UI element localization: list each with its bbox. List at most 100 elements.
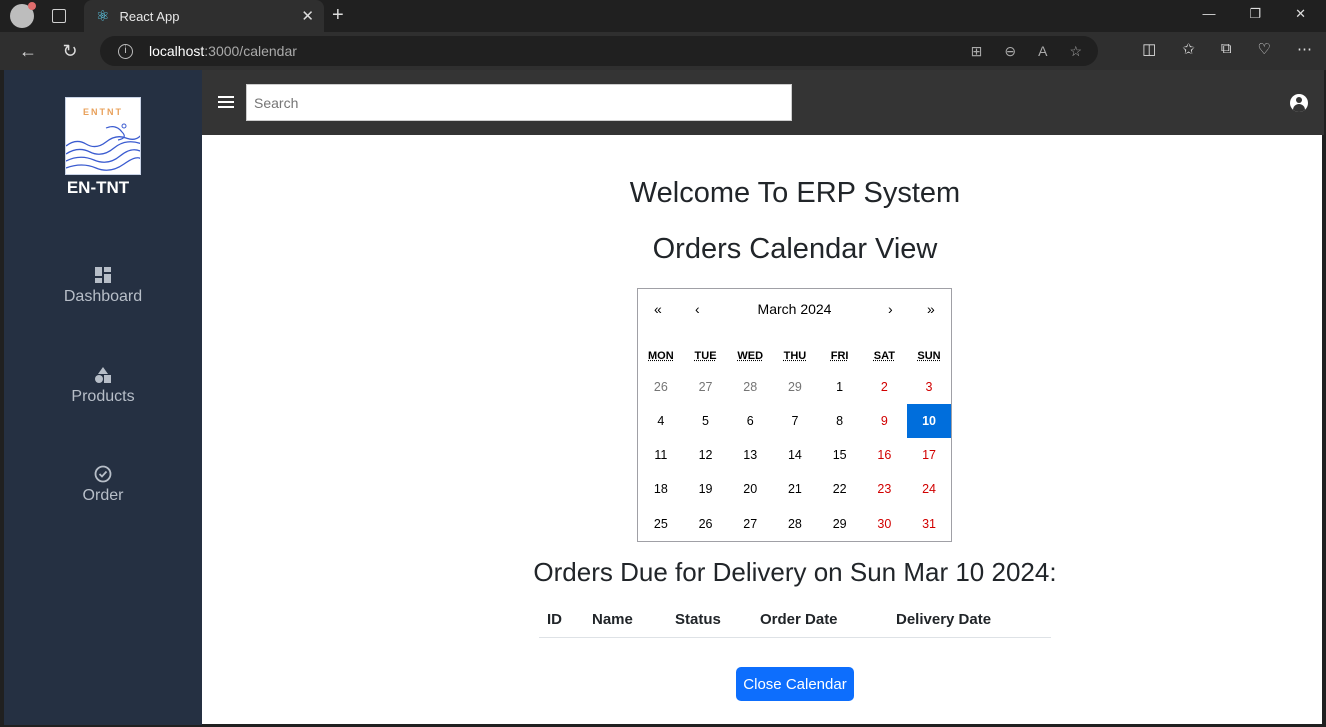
browser-tools: ◫ ✩ ⧉ ♡ ⋯ xyxy=(1142,40,1312,58)
column-header-name: Name xyxy=(592,611,633,628)
weekday-header: FRI xyxy=(817,350,862,362)
url-path: :3000/calendar xyxy=(204,43,297,59)
column-header-status: Status xyxy=(675,611,721,628)
calendar-month-label[interactable]: March 2024 xyxy=(638,301,951,317)
address-bar[interactable]: i localhost:3000/calendar ⊞ ⊖ A ☆ xyxy=(100,36,1098,66)
calendar-day[interactable]: 8 xyxy=(817,404,862,438)
welcome-heading: Welcome To ERP System xyxy=(202,177,1326,210)
close-window-icon[interactable]: ✕ xyxy=(1295,6,1306,22)
calendar-day[interactable]: 20 xyxy=(728,472,773,506)
sidebar: ENTNT EN-TNT Dashboard Products Order xyxy=(4,70,202,725)
address-bar-icons: ⊞ ⊖ A ☆ xyxy=(971,43,1082,60)
zoom-out-icon[interactable]: ⊖ xyxy=(1004,43,1016,60)
calendar: « ‹ March 2024 › » MON TUE WED THU FRI SAT SUN… xyxy=(637,288,952,542)
new-tab-icon[interactable]: + xyxy=(332,4,344,27)
orders-table-header: ID Name Status Order Date Delivery Date xyxy=(539,603,1051,638)
calendar-day[interactable]: 13 xyxy=(728,438,773,472)
favorite-star-icon[interactable]: ☆ xyxy=(1069,43,1082,60)
user-account-icon[interactable] xyxy=(1290,94,1308,112)
app-header xyxy=(202,70,1324,135)
main-content: Welcome To ERP System Orders Calendar Vi… xyxy=(202,135,1322,724)
calendar-day[interactable]: 21 xyxy=(773,472,818,506)
calendar-day[interactable]: 17 xyxy=(907,438,952,472)
search-input[interactable] xyxy=(246,84,792,121)
calendar-day[interactable]: 6 xyxy=(728,404,773,438)
calendar-day[interactable]: 1 xyxy=(817,370,862,404)
brand-name: EN-TNT xyxy=(4,178,192,198)
sidebar-item-dashboard[interactable]: Dashboard xyxy=(4,266,202,306)
calendar-day[interactable]: 22 xyxy=(817,472,862,506)
tab-title: React App xyxy=(119,9,179,24)
close-calendar-button[interactable]: Close Calendar xyxy=(736,667,854,701)
calendar-day[interactable]: 9 xyxy=(862,404,907,438)
info-icon[interactable]: i xyxy=(118,44,133,59)
check-circle-icon xyxy=(94,465,112,483)
react-icon: ⚛ xyxy=(96,7,109,25)
more-menu-icon[interactable]: ⋯ xyxy=(1297,40,1312,58)
sidebar-item-label: Dashboard xyxy=(64,288,142,305)
calendar-day[interactable]: 7 xyxy=(773,404,818,438)
page-title: Orders Calendar View xyxy=(202,233,1326,266)
weekday-header: THU xyxy=(773,350,818,362)
calendar-day[interactable]: 27 xyxy=(683,370,728,404)
calendar-day[interactable]: 31 xyxy=(907,507,952,541)
minimize-icon[interactable]: — xyxy=(1202,6,1215,22)
calendar-day[interactable]: 14 xyxy=(773,438,818,472)
column-header-delivery-date: Delivery Date xyxy=(896,611,991,628)
calendar-day[interactable]: 29 xyxy=(817,507,862,541)
sidebar-item-label: Products xyxy=(71,388,134,405)
calendar-day[interactable]: 18 xyxy=(639,472,684,506)
app-icon[interactable]: ⊞ xyxy=(971,43,983,60)
calendar-day[interactable]: 3 xyxy=(907,370,952,404)
weekday-header: TUE xyxy=(683,350,728,362)
favorites-icon[interactable]: ✩ xyxy=(1182,40,1195,58)
calendar-day[interactable]: 23 xyxy=(862,472,907,506)
column-header-order-date: Order Date xyxy=(760,611,838,628)
collections-icon[interactable]: ⧉ xyxy=(1221,40,1232,58)
maximize-icon[interactable]: ❐ xyxy=(1249,6,1261,22)
browser-tab[interactable]: ⚛ React App ✕ xyxy=(84,0,324,32)
weekday-header: SUN xyxy=(907,350,952,362)
column-header-id: ID xyxy=(547,611,562,628)
profile-icon[interactable] xyxy=(10,4,34,28)
back-icon[interactable]: ← xyxy=(14,41,42,62)
orders-due-heading: Orders Due for Delivery on Sun Mar 10 20… xyxy=(202,557,1326,588)
calendar-day[interactable]: 4 xyxy=(639,404,684,438)
calendar-day[interactable]: 29 xyxy=(773,370,818,404)
sidebar-item-products[interactable]: Products xyxy=(4,366,202,406)
calendar-day[interactable]: 5 xyxy=(683,404,728,438)
calendar-day[interactable]: 28 xyxy=(773,507,818,541)
calendar-day[interactable]: 25 xyxy=(639,507,684,541)
calendar-day[interactable]: 12 xyxy=(683,438,728,472)
close-tab-icon[interactable]: ✕ xyxy=(301,7,314,25)
sidebar-item-label: Order xyxy=(83,487,124,504)
calendar-day[interactable]: 26 xyxy=(683,507,728,541)
brand-logo: ENTNT xyxy=(65,97,141,175)
calendar-day[interactable]: 26 xyxy=(639,370,684,404)
browser-tab-strip: ⚛ React App ✕ + — ❐ ✕ xyxy=(0,0,1326,32)
calendar-day[interactable]: 24 xyxy=(907,472,952,506)
calendar-day[interactable]: 28 xyxy=(728,370,773,404)
weekday-header: WED xyxy=(728,350,773,362)
performance-icon[interactable]: ♡ xyxy=(1258,40,1271,58)
calendar-day[interactable]: 11 xyxy=(639,438,684,472)
sidebar-item-order[interactable]: Order xyxy=(4,465,202,505)
hamburger-menu-icon[interactable] xyxy=(218,96,234,108)
tab-actions-icon[interactable] xyxy=(52,9,66,23)
next-month-button[interactable]: › xyxy=(888,301,893,317)
refresh-icon[interactable]: ↻ xyxy=(56,41,84,62)
weekday-header: MON xyxy=(639,350,684,362)
calendar-day[interactable]: 30 xyxy=(862,507,907,541)
dashboard-icon xyxy=(94,266,112,284)
calendar-day[interactable]: 15 xyxy=(817,438,862,472)
read-aloud-icon[interactable]: A xyxy=(1038,43,1047,60)
split-screen-icon[interactable]: ◫ xyxy=(1142,40,1156,58)
next-year-button[interactable]: » xyxy=(927,301,935,317)
calendar-day[interactable]: 2 xyxy=(862,370,907,404)
calendar-day[interactable]: 27 xyxy=(728,507,773,541)
calendar-day[interactable]: 19 xyxy=(683,472,728,506)
url-host: localhost xyxy=(149,43,204,59)
window-controls: — ❐ ✕ xyxy=(1202,6,1306,22)
calendar-day[interactable]: 10 xyxy=(907,404,952,438)
calendar-day[interactable]: 16 xyxy=(862,438,907,472)
